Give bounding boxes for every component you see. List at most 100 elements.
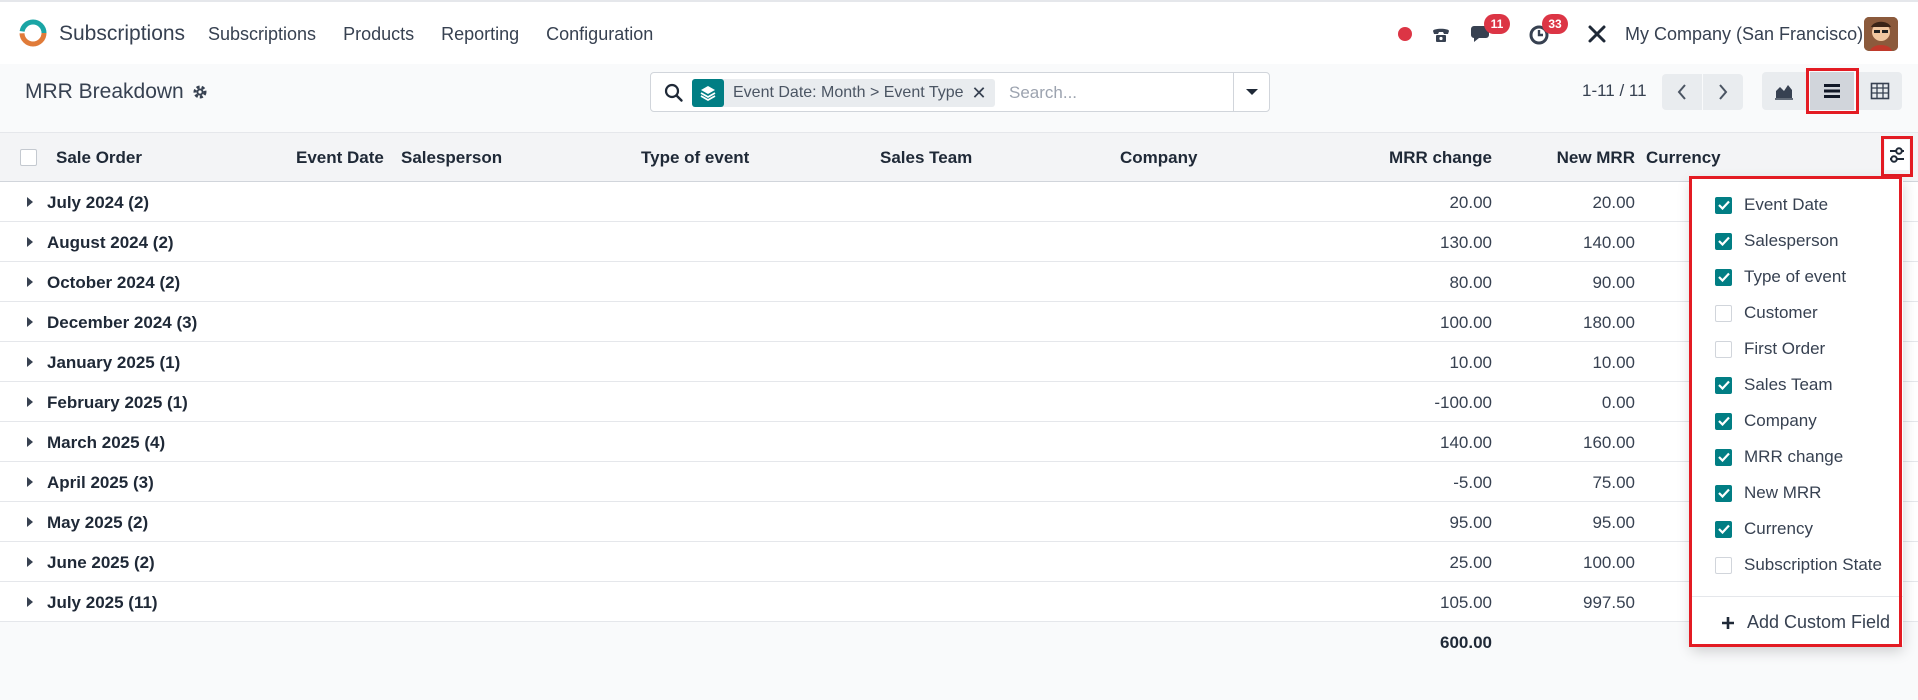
optional-column-customer[interactable]: Customer: [1715, 300, 1818, 326]
column-header-type-of-event[interactable]: Type of event: [641, 148, 749, 168]
app-name[interactable]: Subscriptions: [59, 22, 185, 46]
checkbox-checked-icon[interactable]: [1715, 412, 1732, 430]
column-header-new-mrr[interactable]: New MRR: [1515, 148, 1635, 168]
group-new-mrr: 140.00: [1583, 233, 1635, 252]
checkbox-checked-icon[interactable]: [1715, 232, 1732, 250]
group-row[interactable]: July 2025 (11) 105.00 997.50: [0, 582, 1918, 622]
checkbox-checked-icon[interactable]: [1715, 268, 1732, 286]
messages-icon[interactable]: 11: [1468, 14, 1510, 52]
group-label: December 2024 (3): [47, 313, 198, 332]
group-row[interactable]: October 2024 (2) 80.00 90.00: [0, 262, 1918, 302]
optional-column-label: Currency: [1744, 519, 1813, 538]
search-options-toggle[interactable]: [1233, 73, 1269, 111]
search-icon[interactable]: [663, 82, 685, 104]
checkbox-checked-icon[interactable]: [1715, 448, 1732, 466]
group-new-mrr: 100.00: [1583, 553, 1635, 572]
optional-column-event-date[interactable]: Event Date: [1715, 192, 1828, 218]
group-row[interactable]: July 2024 (2) 20.00 20.00: [0, 182, 1918, 222]
group-row[interactable]: January 2025 (1) 10.00 10.00: [0, 342, 1918, 382]
optional-column-label: MRR change: [1744, 447, 1844, 466]
caret-right-icon: [27, 557, 33, 567]
menu-item-subscriptions[interactable]: Subscriptions: [208, 24, 316, 45]
checkbox-checked-icon[interactable]: [1715, 376, 1732, 394]
optional-column-salesperson[interactable]: Salesperson: [1715, 228, 1839, 254]
menu-item-reporting[interactable]: Reporting: [441, 24, 519, 45]
checkbox-unchecked-icon[interactable]: [1715, 304, 1732, 322]
checkbox-checked-icon[interactable]: [1715, 520, 1732, 538]
caret-right-icon: [27, 397, 33, 407]
optional-column-mrr-change[interactable]: MRR change: [1715, 444, 1843, 470]
company-switcher[interactable]: My Company (San Francisco): [1625, 24, 1863, 45]
pager-next-button[interactable]: [1703, 74, 1743, 110]
group-label: July 2024 (2): [47, 193, 150, 212]
checkbox-checked-icon[interactable]: [1715, 196, 1732, 214]
column-header-event-date[interactable]: Event Date: [296, 148, 384, 168]
caret-right-icon: [27, 197, 33, 207]
column-header-currency[interactable]: Currency: [1646, 148, 1721, 168]
debug-tools-icon[interactable]: [1584, 16, 1610, 52]
activities-icon[interactable]: 33: [1526, 14, 1568, 52]
optional-column-new-mrr[interactable]: New MRR: [1715, 480, 1821, 506]
group-row[interactable]: April 2025 (3) -5.00 75.00: [0, 462, 1918, 502]
group-by-layers-icon: [692, 79, 724, 107]
pager-previous-button[interactable]: [1662, 74, 1702, 110]
optional-column-sales-team[interactable]: Sales Team: [1715, 372, 1833, 398]
column-header-sale-order[interactable]: Sale Order: [56, 148, 142, 168]
optional-columns-toggle[interactable]: [1885, 140, 1909, 170]
optional-column-label: Company: [1744, 411, 1817, 430]
phone-icon[interactable]: [1428, 16, 1454, 52]
group-row[interactable]: May 2025 (2) 95.00 95.00: [0, 502, 1918, 542]
table-header: Sale Order Event Date Salesperson Type o…: [0, 132, 1918, 182]
menu-item-products[interactable]: Products: [343, 24, 414, 45]
group-mrr-change: 10.00: [1449, 353, 1492, 372]
group-new-mrr: 10.00: [1592, 353, 1635, 372]
top-navbar: Subscriptions Subscriptions Products Rep…: [0, 0, 1918, 64]
group-row[interactable]: June 2025 (2) 25.00 100.00: [0, 542, 1918, 582]
group-new-mrr: 95.00: [1592, 513, 1635, 532]
add-custom-field-button[interactable]: Add Custom Field: [1721, 612, 1890, 633]
group-mrr-change: 25.00: [1449, 553, 1492, 572]
menu-item-configuration[interactable]: Configuration: [546, 24, 653, 45]
optional-column-label: Subscription State: [1744, 555, 1882, 574]
graph-view-button[interactable]: [1762, 72, 1806, 110]
group-row[interactable]: August 2024 (2) 130.00 140.00: [0, 222, 1918, 262]
subscriptions-logo-icon[interactable]: [18, 18, 48, 48]
column-header-sales-team[interactable]: Sales Team: [880, 148, 972, 168]
optional-column-company[interactable]: Company: [1715, 408, 1817, 434]
checkbox-unchecked-icon[interactable]: [1715, 340, 1732, 358]
dropdown-divider: [1691, 596, 1903, 597]
group-mrr-change: 130.00: [1440, 233, 1492, 252]
group-row[interactable]: December 2024 (3) 100.00 180.00: [0, 302, 1918, 342]
list-view-button[interactable]: [1810, 72, 1854, 110]
recording-indicator-icon[interactable]: [1397, 16, 1413, 52]
optional-column-type-of-event[interactable]: Type of event: [1715, 264, 1846, 290]
pager-value[interactable]: 1-11 / 11: [1582, 81, 1647, 101]
optional-column-currency[interactable]: Currency: [1715, 516, 1813, 542]
checkbox-unchecked-icon[interactable]: [1715, 556, 1732, 574]
user-avatar[interactable]: [1864, 17, 1898, 51]
optional-column-label: Type of event: [1744, 267, 1847, 286]
search-bar: Event Date: Month > Event Type ✕: [650, 72, 1270, 112]
gear-icon[interactable]: [192, 84, 208, 100]
column-header-mrr-change[interactable]: MRR change: [1372, 148, 1492, 168]
caret-right-icon: [27, 437, 33, 447]
optional-column-first-order[interactable]: First Order: [1715, 336, 1825, 362]
optional-column-label: Salesperson: [1744, 231, 1839, 250]
group-label: July 2025 (11): [47, 593, 158, 612]
checkbox-checked-icon[interactable]: [1715, 484, 1732, 502]
caret-right-icon: [27, 597, 33, 607]
sliders-icon: [1890, 147, 1904, 163]
search-input[interactable]: [1009, 81, 1229, 105]
group-label: October 2024 (2): [47, 273, 181, 292]
group-row[interactable]: March 2025 (4) 140.00 160.00: [0, 422, 1918, 462]
group-mrr-change: 95.00: [1449, 513, 1492, 532]
select-all-checkbox[interactable]: [20, 149, 37, 166]
optional-column-subscription-state[interactable]: Subscription State: [1715, 552, 1882, 578]
caret-right-icon: [27, 517, 33, 527]
pivot-view-button[interactable]: [1858, 72, 1902, 110]
group-row[interactable]: February 2025 (1) -100.00 0.00: [0, 382, 1918, 422]
column-header-company[interactable]: Company: [1120, 148, 1197, 168]
remove-facet-close-icon[interactable]: ✕: [972, 83, 995, 104]
column-header-salesperson[interactable]: Salesperson: [401, 148, 502, 168]
add-custom-field-label: Add Custom Field: [1747, 612, 1891, 632]
